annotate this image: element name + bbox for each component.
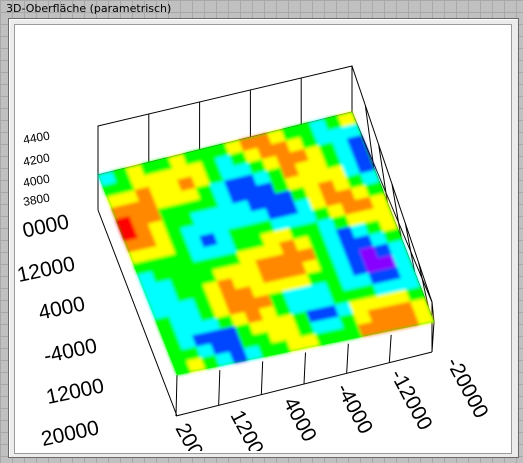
z-tick-label: 4200: [22, 150, 51, 168]
y-tick-label: 12000: [44, 374, 106, 409]
x-tick-label: -20000: [442, 354, 493, 423]
x-tick-label: 20000: [171, 420, 219, 463]
y-tick-label: -4000: [42, 334, 99, 368]
y-tick-label: 12000: [15, 252, 77, 287]
floor-gridline: [260, 361, 264, 395]
z-tick-label: 4000: [22, 171, 51, 189]
y-tick-label: 20000: [39, 416, 101, 451]
floor-edge: [175, 374, 178, 417]
z-tick-label: 4400: [22, 128, 51, 146]
y-tick-label: 4000: [37, 292, 87, 324]
x-tick-label: 12000: [226, 407, 274, 463]
y-tick-label: 0000: [21, 210, 71, 242]
floor-gridline: [303, 352, 306, 385]
floor-gridline: [218, 370, 221, 406]
z-tick-label: 3800: [22, 190, 51, 208]
floor-gridline: [388, 334, 392, 363]
x-tick-label: -4000: [332, 380, 378, 438]
x-tick-label: 4000: [279, 394, 321, 446]
floor-gridline: [346, 343, 349, 374]
surface-chart[interactable]: 38004000420044000000120004000-4000120002…: [0, 0, 523, 463]
x-tick-label: -12000: [386, 366, 437, 435]
